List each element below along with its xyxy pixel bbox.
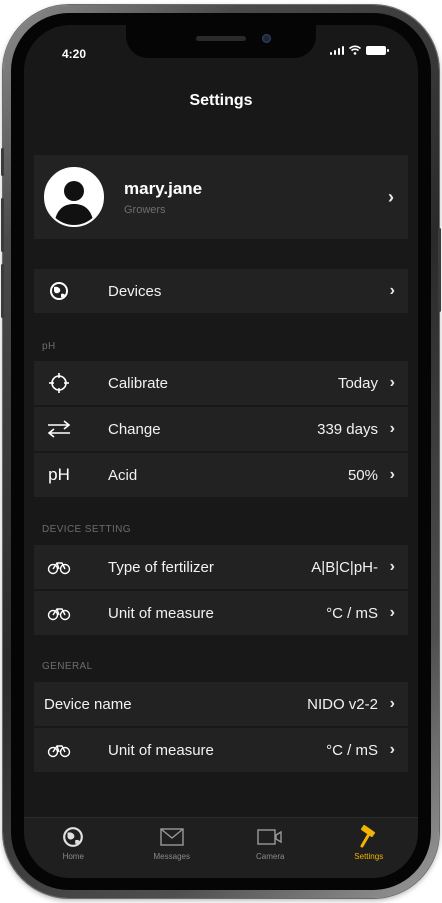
devices-label: Devices [108,282,162,300]
row-label: Type of fertilizer [108,558,214,576]
section-header-device-setting: DEVICE SETTING [42,524,131,535]
profile-subtitle: Growers [124,203,166,216]
section-header-general: GENERAL [42,661,93,672]
tab-home[interactable]: Home [24,818,123,878]
row-label: Unit of measure [108,741,214,759]
speaker-grille [196,36,246,41]
signal-icon [329,45,344,55]
status-time: 4:20 [62,47,87,61]
hammer-icon [356,825,382,848]
general-row-unit[interactable]: Unit of measure °C / mS › [34,728,408,772]
chevron-right-icon: › [389,695,395,712]
side-button-volume-up [1,198,4,252]
avatar-icon [44,167,104,227]
front-camera [262,34,271,43]
row-value: °C / mS [326,604,378,622]
video-camera-icon [257,826,283,848]
profile-name: mary.jane [124,178,203,198]
tab-messages[interactable]: Messages [123,818,222,878]
tab-camera[interactable]: Camera [221,818,320,878]
ph-row-acid[interactable]: pH Acid 50% › [34,453,408,497]
side-button-silent [1,148,4,176]
bicycle-icon [46,739,72,761]
ph-row-change[interactable]: Change 339 days › [34,407,408,451]
page-title: Settings [189,92,253,109]
status-icons [329,45,389,55]
row-label: Change [108,420,161,438]
row-label: Calibrate [108,374,169,392]
row-value: 50% [347,466,378,484]
ph-row-calibrate[interactable]: Calibrate Today › [34,361,408,405]
row-value: 339 days [317,420,378,438]
crosshair-icon [46,372,72,394]
side-button-power [438,228,441,312]
tab-settings[interactable]: Settings [320,818,419,878]
row-value: Today [337,374,378,392]
row-label: Unit of measure [108,604,214,622]
chevron-right-icon: › [389,466,395,483]
ph-text-icon: pH [48,465,70,484]
bicycle-icon [46,556,72,578]
notch [126,25,316,58]
envelope-icon [159,826,185,848]
wifi-icon [349,45,361,55]
device-setting-row-fertilizer[interactable]: Type of fertilizer A|B|C|pH- › [34,545,408,589]
bicycle-icon [46,602,72,624]
battery-icon [366,46,389,55]
chevron-right-icon: › [389,558,395,575]
tab-label: Settings [354,852,384,861]
row-value: A|B|C|pH- [311,558,378,576]
chevron-right-icon: › [389,604,395,621]
device-setting-row-unit[interactable]: Unit of measure °C / mS › [34,591,408,635]
row-label: Acid [108,466,138,484]
chevron-right-icon: › [388,186,394,207]
chevron-right-icon: › [389,741,395,758]
app-screen: 4:20 Settings mary.jane Growers › Device… [24,25,418,878]
tab-bar: Home Messages Camera Settings [24,817,418,878]
devices-globe-icon [46,280,72,302]
profile-row[interactable]: mary.jane Growers › [34,155,408,239]
chevron-right-icon: › [389,282,395,299]
tab-label: Home [62,852,84,861]
row-value: NIDO v2-2 [307,695,378,713]
tab-label: Messages [153,852,190,861]
home-globe-icon [60,826,86,848]
devices-row[interactable]: Devices › [34,269,408,313]
side-button-volume-down [1,264,4,318]
chevron-right-icon: › [389,374,395,391]
tab-label: Camera [256,852,285,861]
row-label: Device name [44,695,132,713]
row-value: °C / mS [326,741,378,759]
swap-arrows-icon [46,418,72,440]
general-row-device-name[interactable]: Device name NIDO v2-2 › [34,682,408,726]
section-header-ph: pH [42,341,56,352]
chevron-right-icon: › [389,420,395,437]
